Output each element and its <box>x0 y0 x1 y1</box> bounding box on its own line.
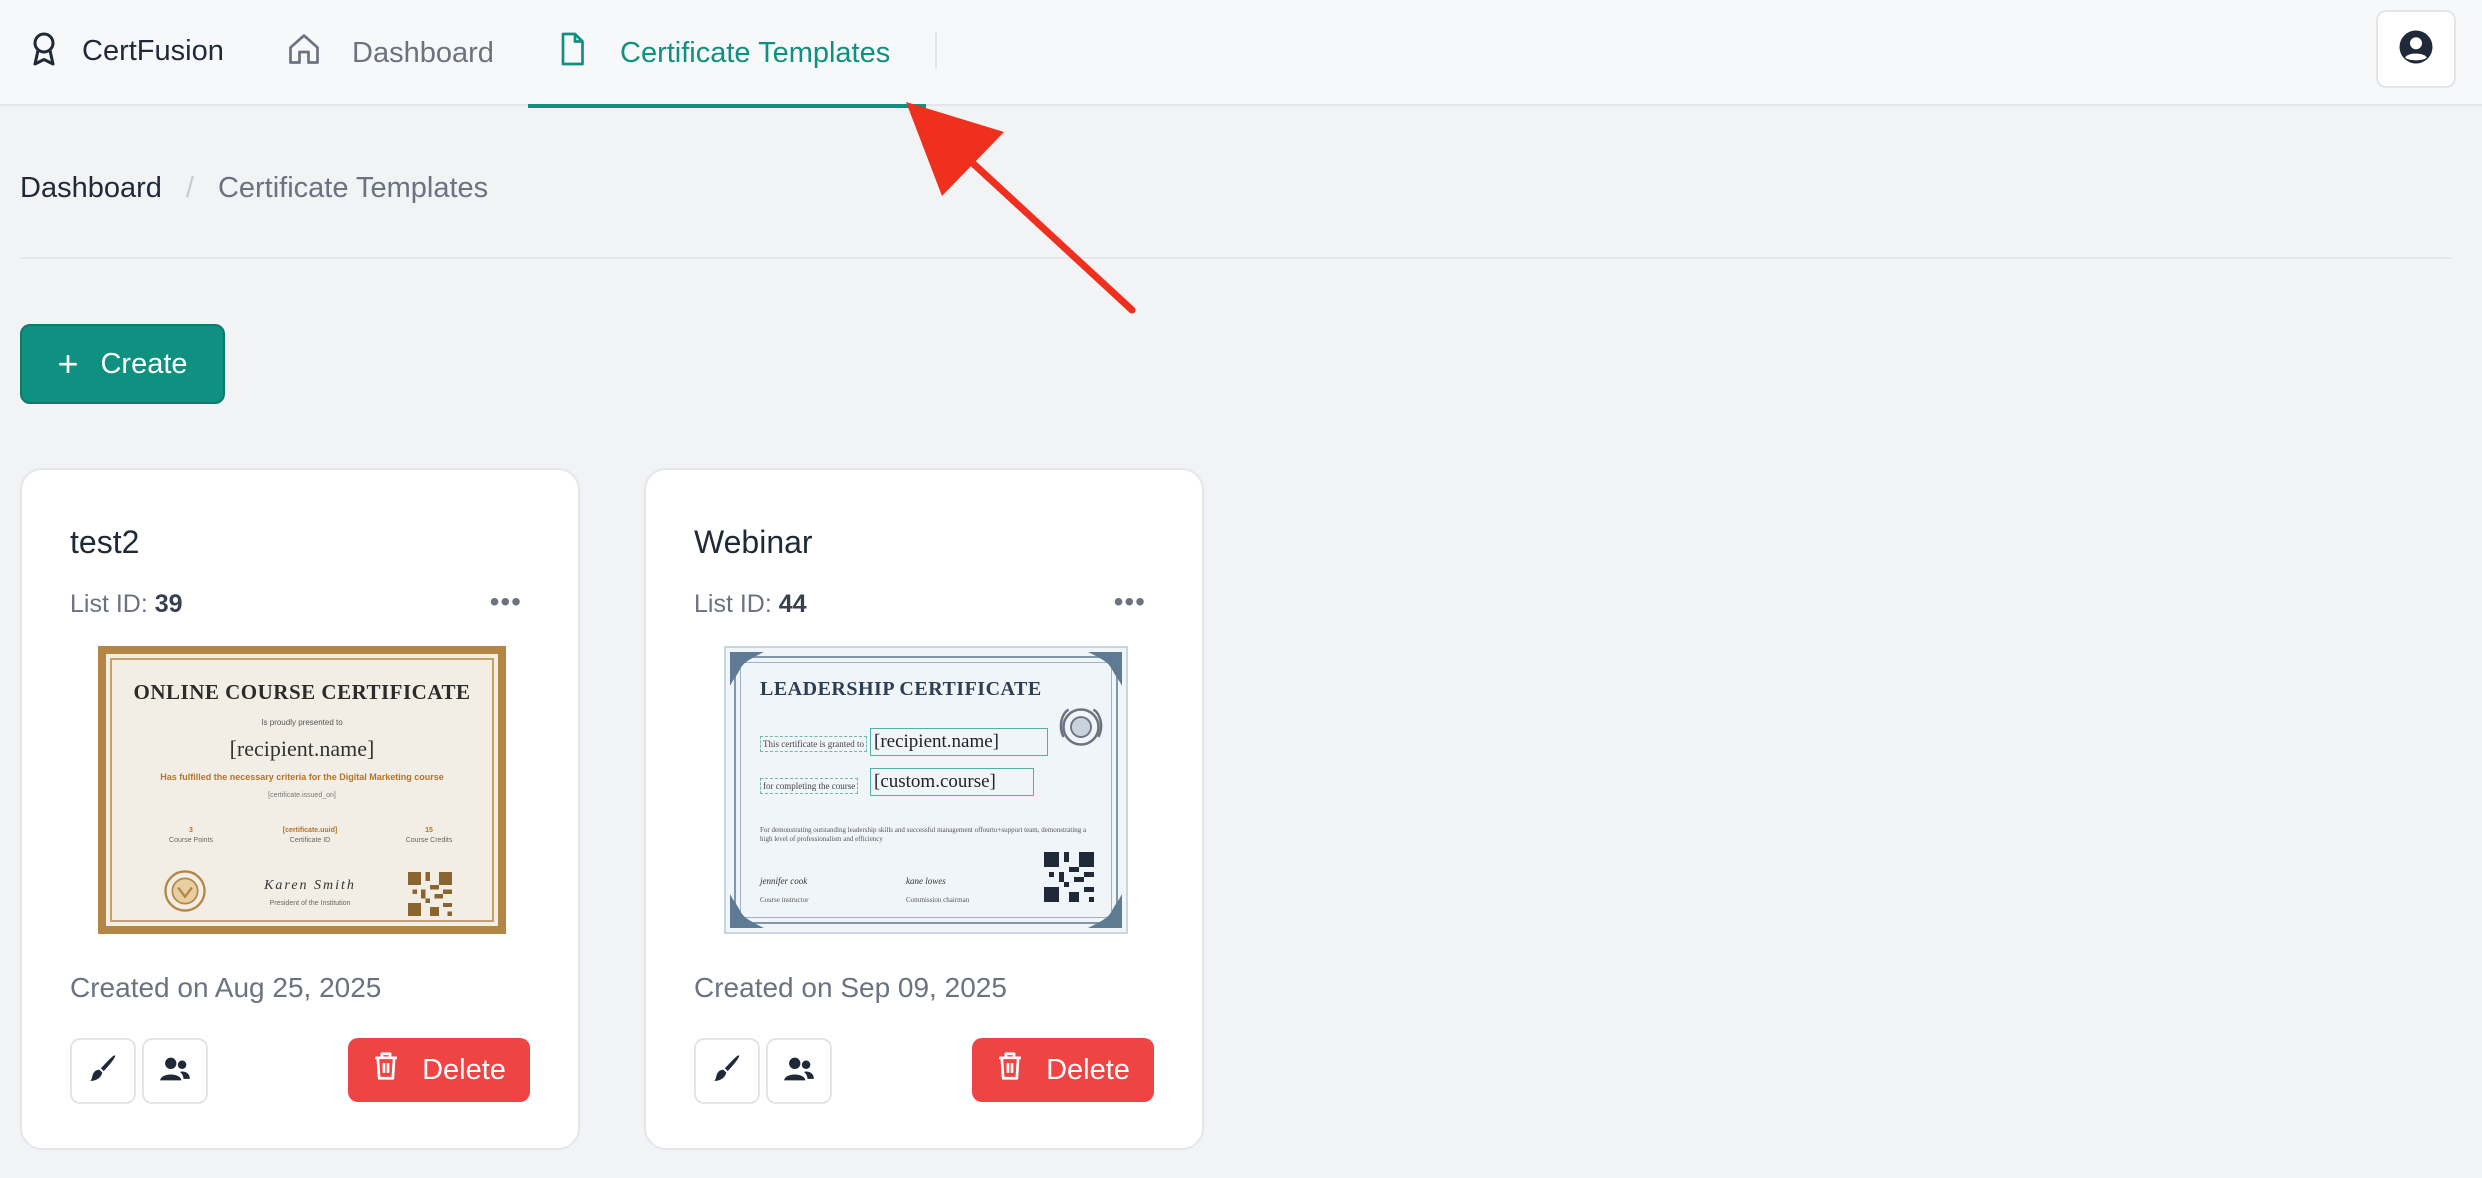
qr-code-icon <box>1044 852 1094 902</box>
brand-name: CertFusion <box>82 34 224 67</box>
breadcrumb: Dashboard / Certificate Templates <box>20 172 488 205</box>
delete-button[interactable]: Delete <box>972 1038 1154 1102</box>
cert-title: LEADERSHIP CERTIFICATE <box>760 678 1042 700</box>
annotation-arrow-icon <box>906 102 1136 314</box>
recipients-button[interactable] <box>766 1038 832 1104</box>
award-icon <box>26 29 62 74</box>
nav-dashboard-label: Dashboard <box>352 36 494 69</box>
brand[interactable]: CertFusion <box>26 28 224 74</box>
plus-icon: + <box>57 343 79 384</box>
seal-icon <box>164 870 206 912</box>
certificate-preview[interactable]: ONLINE COURSE CERTIFICATE Is proudly pre… <box>98 646 506 934</box>
cert-signature-role: President of the Institution <box>269 900 351 907</box>
cert-course: [custom.course] <box>870 768 1034 796</box>
delete-label: Delete <box>1046 1053 1130 1086</box>
certificate-leadership: LEADERSHIP CERTIFICATE This certificate … <box>724 646 1128 934</box>
certificate-preview[interactable]: LEADERSHIP CERTIFICATE This certificate … <box>724 646 1128 934</box>
file-icon <box>554 31 620 75</box>
active-tab-indicator <box>528 104 926 108</box>
card-list-id: List ID: 44 <box>694 590 807 619</box>
delete-label: Delete <box>422 1053 506 1086</box>
certificate-online-course: ONLINE COURSE CERTIFICATE Is proudly pre… <box>98 646 506 934</box>
cert-signature: Karen Smith <box>264 878 356 893</box>
cert-recipient: [recipient.name] <box>870 728 1048 756</box>
cert-subtitle: Is proudly presented to <box>261 718 343 727</box>
breadcrumb-current: Certificate Templates <box>217 172 489 204</box>
seal-icon <box>1059 708 1103 746</box>
corner-ornament-icon <box>730 652 764 686</box>
card-created-date: Created on Aug 25, 2025 <box>70 972 382 1003</box>
template-card: test2 List ID: 39 ••• ONLINE COURSE CERT… <box>20 468 580 1150</box>
edit-design-button[interactable] <box>694 1038 760 1104</box>
cert-stat: [certificate.uuid] Certificate ID <box>282 827 338 844</box>
trash-icon <box>372 1051 422 1089</box>
corner-ornament-icon <box>730 894 764 928</box>
trash-icon <box>996 1051 1046 1089</box>
cert-signature: jennifer cook <box>760 876 808 886</box>
cert-title: ONLINE COURSE CERTIFICATE <box>133 680 471 704</box>
nav-dashboard[interactable]: Dashboard <box>286 0 494 106</box>
users-icon <box>782 1052 816 1091</box>
paintbrush-icon <box>86 1052 120 1091</box>
card-title: Webinar <box>694 524 813 560</box>
edit-design-button[interactable] <box>70 1038 136 1104</box>
cert-issued: [certificate.issued_on] <box>268 792 336 799</box>
cert-description: Has fulfilled the necessary criteria for… <box>160 772 444 782</box>
template-card: Webinar List ID: 44 ••• LEADERSHIP CERTI… <box>644 468 1204 1150</box>
users-icon <box>158 1052 192 1091</box>
recipients-button[interactable] <box>142 1038 208 1104</box>
nav-divider <box>935 32 937 68</box>
nav-certificate-templates[interactable]: Certificate Templates <box>528 0 926 108</box>
cert-stat: 3 Course Points <box>169 827 213 844</box>
top-navbar: CertFusion Dashboard Certificate Templat… <box>0 0 2482 108</box>
breadcrumb-separator: / <box>185 172 194 204</box>
cert-signature-role: Commission chairman <box>906 896 970 904</box>
breadcrumb-dashboard[interactable]: Dashboard <box>20 172 162 205</box>
cert-recipient: [recipient.name] <box>229 736 375 761</box>
list-id-value: 44 <box>778 590 807 618</box>
cert-signature: kane lowes <box>906 876 946 886</box>
card-created-date: Created on Sep 09, 2025 <box>694 972 1007 1003</box>
card-list-id: List ID: 39 <box>70 590 183 619</box>
divider <box>20 257 2452 259</box>
qr-code-icon <box>408 872 452 916</box>
card-title: test2 <box>70 524 140 560</box>
list-id-label: List ID: <box>694 590 772 618</box>
more-options-icon[interactable]: ••• <box>490 588 522 616</box>
cert-course-label: for completing the course <box>760 778 859 794</box>
cert-signature-role: Course instructor <box>760 896 809 904</box>
create-button[interactable]: + Create <box>20 324 225 404</box>
more-options-icon[interactable]: ••• <box>1114 588 1146 616</box>
user-icon <box>2398 29 2434 70</box>
delete-button[interactable]: Delete <box>348 1038 530 1102</box>
user-menu-button[interactable] <box>2376 10 2456 88</box>
cert-stat: 15 Course Credits <box>405 827 453 844</box>
home-icon <box>286 31 352 75</box>
nav-templates-label: Certificate Templates <box>620 36 891 69</box>
list-id-value: 39 <box>154 590 183 618</box>
list-id-label: List ID: <box>70 590 148 618</box>
corner-ornament-icon <box>1088 652 1122 686</box>
paintbrush-icon <box>710 1052 744 1091</box>
cert-paragraph: For demonstrating outstanding leadership… <box>760 826 1087 843</box>
create-button-label: Create <box>100 347 188 380</box>
cert-granted-label: This certificate is granted to <box>760 736 867 752</box>
